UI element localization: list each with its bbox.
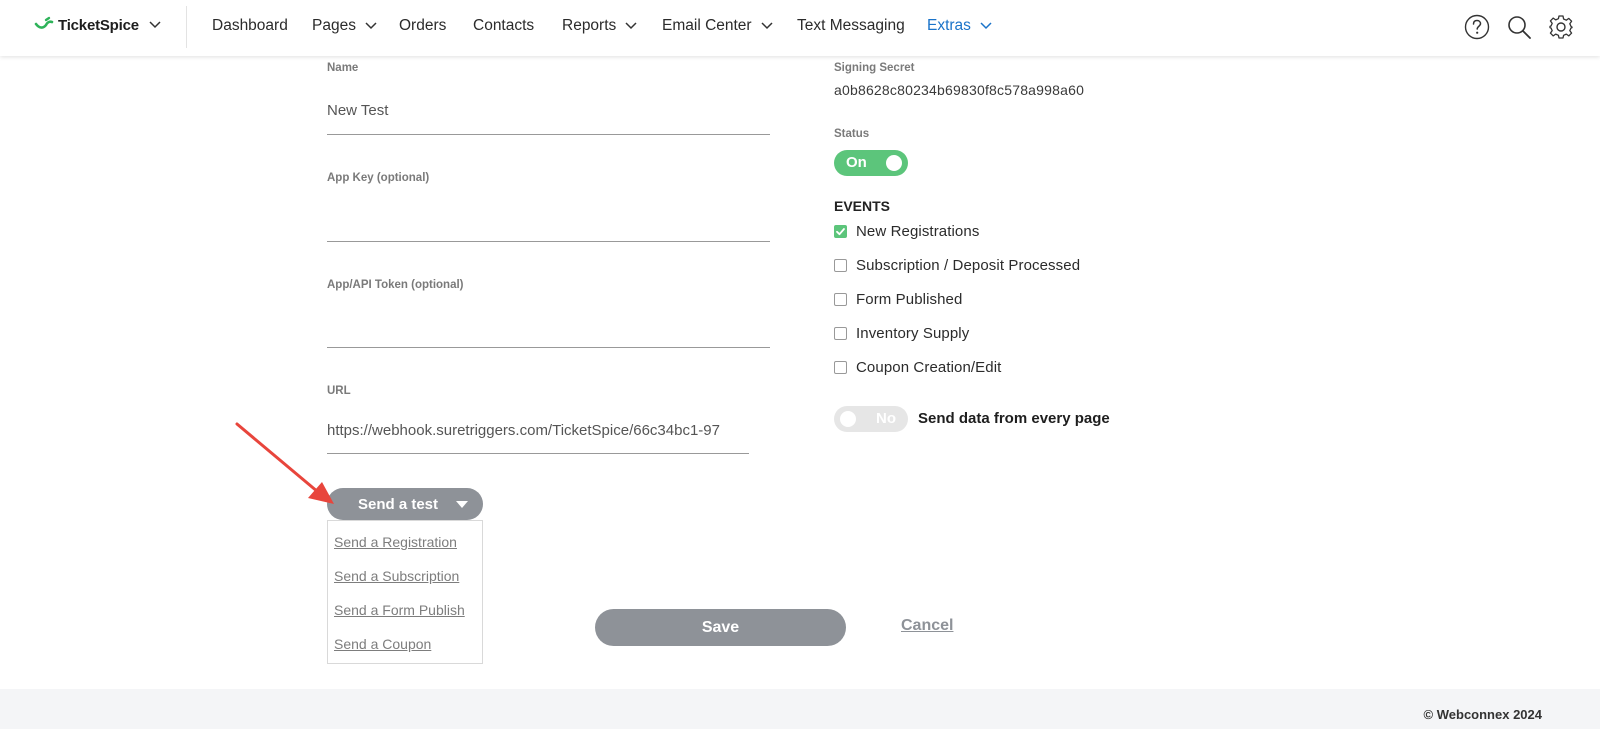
nav-item-label: Orders: [399, 17, 447, 34]
footer: © Webconnex 2024: [0, 689, 1600, 729]
event-form-published[interactable]: Form Published: [834, 291, 962, 308]
signing-secret-label: Signing Secret: [834, 62, 915, 74]
event-label: New Registrations: [856, 223, 980, 240]
app-key-label: App Key (optional): [327, 172, 430, 184]
menu-item-send-registration[interactable]: Send a Registration: [334, 534, 457, 550]
event-coupon-creation[interactable]: Coupon Creation/Edit: [834, 359, 1001, 376]
save-button[interactable]: Save: [595, 609, 846, 646]
event-label: Subscription / Deposit Processed: [856, 257, 1081, 274]
send-every-page-label: Send data from every page: [918, 410, 1110, 427]
nav-item-label: Pages: [312, 17, 356, 34]
nav-item-extras[interactable]: Extras: [927, 17, 992, 35]
nav-divider: [186, 6, 187, 48]
nav-item-label: Dashboard: [212, 17, 288, 34]
chevron-down-icon: [149, 21, 161, 29]
checkbox[interactable]: [834, 327, 847, 340]
checkbox-checked[interactable]: [834, 225, 847, 238]
name-label: Name: [327, 62, 359, 74]
nav-item-contacts[interactable]: Contacts: [473, 17, 534, 35]
send-test-label: Send a test: [358, 495, 439, 513]
chevron-down-icon: [365, 22, 377, 30]
chevron-down-icon: [761, 22, 773, 30]
events-title: EVENTS: [834, 198, 891, 214]
event-label: Coupon Creation/Edit: [856, 359, 1002, 376]
api-token-field-underline: [327, 347, 770, 348]
url-field[interactable]: https://webhook.suretriggers.com/TicketS…: [327, 422, 749, 439]
toggle-knob: [840, 411, 856, 427]
url-field-underline: [327, 453, 749, 454]
chevron-down-icon: [625, 22, 637, 30]
status-toggle-label: On: [846, 154, 867, 171]
checkmark-icon: [836, 228, 845, 236]
event-inventory-supply[interactable]: Inventory Supply: [834, 325, 969, 342]
nav-item-label: Contacts: [473, 17, 535, 34]
annotation-arrow-icon: [235, 422, 334, 504]
app-key-field-underline: [327, 241, 770, 242]
checkbox[interactable]: [834, 293, 847, 306]
status-label: Status: [834, 128, 870, 140]
brand-name: TicketSpice: [58, 16, 139, 34]
ticketspice-logo-icon: [34, 16, 54, 29]
menu-item-send-form-publish[interactable]: Send a Form Publish: [334, 602, 465, 618]
event-new-registrations[interactable]: New Registrations: [834, 223, 979, 240]
checkbox[interactable]: [834, 361, 847, 374]
caret-down-icon: [456, 501, 468, 508]
chevron-down-icon: [980, 22, 992, 30]
help-icon[interactable]: [1464, 14, 1490, 40]
signing-secret-value: a0b8628c80234b69830f8c578a998a60: [834, 82, 1085, 98]
top-navigation: TicketSpice Dashboard Pages Orders Conta…: [0, 0, 1600, 56]
app-key-field[interactable]: [327, 212, 767, 232]
event-label: Form Published: [856, 291, 963, 308]
nav-item-label: Text Messaging: [797, 17, 905, 34]
api-token-field[interactable]: [327, 318, 767, 338]
url-label: URL: [327, 385, 351, 397]
nav-item-pages[interactable]: Pages: [312, 17, 377, 35]
status-toggle[interactable]: On: [834, 150, 908, 176]
cancel-link[interactable]: Cancel: [901, 617, 953, 635]
name-field[interactable]: New Test: [327, 102, 767, 119]
nav-item-label: Reports: [562, 17, 617, 34]
nav-item-label: Email Center: [662, 17, 752, 34]
menu-item-send-subscription[interactable]: Send a Subscription: [334, 568, 459, 584]
nav-item-label: Extras: [927, 17, 971, 34]
nav-item-text-messaging[interactable]: Text Messaging: [797, 17, 905, 35]
send-test-button[interactable]: Send a test: [327, 488, 483, 520]
toggle-knob: [886, 155, 902, 171]
nav-item-email-center[interactable]: Email Center: [662, 17, 773, 35]
nav-item-dashboard[interactable]: Dashboard: [212, 17, 288, 35]
gear-icon[interactable]: [1548, 14, 1574, 40]
nav-item-orders[interactable]: Orders: [399, 17, 446, 35]
event-subscription-deposit[interactable]: Subscription / Deposit Processed: [834, 257, 1080, 274]
search-icon[interactable]: [1506, 14, 1532, 40]
api-token-label: App/API Token (optional): [327, 279, 464, 291]
send-every-page-toggle[interactable]: No: [834, 406, 908, 432]
brand-menu[interactable]: TicketSpice: [34, 15, 161, 35]
event-label: Inventory Supply: [856, 325, 970, 342]
checkbox[interactable]: [834, 259, 847, 272]
menu-item-send-coupon[interactable]: Send a Coupon: [334, 636, 431, 652]
name-field-underline: [327, 134, 770, 135]
send-test-menu: Send a Registration Send a Subscription …: [327, 520, 483, 664]
send-every-page-toggle-label: No: [876, 410, 896, 427]
copyright-text: © Webconnex 2024: [1423, 707, 1542, 722]
nav-item-reports[interactable]: Reports: [562, 17, 637, 35]
